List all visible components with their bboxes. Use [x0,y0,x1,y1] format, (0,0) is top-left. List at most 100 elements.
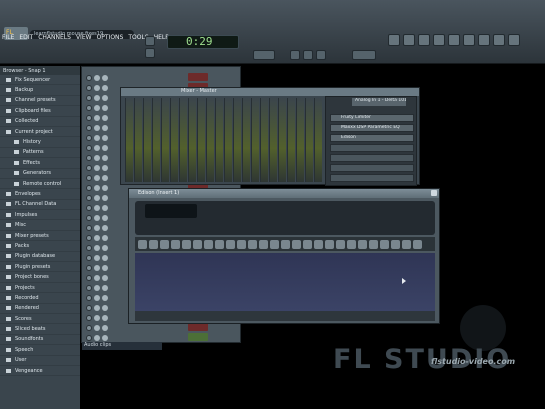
edison-tool-button[interactable] [149,239,158,249]
channel-knob[interactable] [102,274,108,281]
browser-item[interactable]: Impulses [0,210,80,221]
fx-slot-6[interactable] [330,164,414,172]
mixer-track[interactable] [296,98,304,182]
channel-led[interactable] [86,274,92,281]
channel-led[interactable] [86,294,92,301]
channel-led[interactable] [86,284,92,291]
edison-tool-button[interactable] [248,239,257,249]
channel-led[interactable] [86,304,92,311]
mixer-track[interactable] [215,98,223,182]
fx-slot-3[interactable]: Edison [330,134,414,142]
mixer-track[interactable] [269,98,277,182]
channel-knob[interactable] [94,74,100,81]
mixer-track[interactable] [152,98,160,182]
mixer-track[interactable] [197,98,205,182]
edison-tool-button[interactable] [226,239,235,249]
menu-options[interactable]: OPTIONS [97,34,124,46]
browser-item[interactable]: Generators [0,169,80,179]
mixer-track[interactable] [170,98,178,182]
channel-knob[interactable] [102,334,108,341]
mixer-track[interactable] [233,98,241,182]
channel-row[interactable] [86,333,136,342]
channel-knob[interactable] [102,104,108,111]
channel-knob[interactable] [94,104,100,111]
edison-tool-button[interactable] [391,239,400,249]
channel-led[interactable] [86,204,92,211]
channel-led[interactable] [86,154,92,161]
channel-led[interactable] [86,244,92,251]
edison-tool-button[interactable] [171,239,180,249]
browser-item[interactable]: Current project [0,127,80,138]
channel-led[interactable] [86,264,92,271]
channel-footer[interactable]: Audio clips [82,342,162,350]
channel-knob[interactable] [94,284,100,291]
channel-knob[interactable] [94,174,100,181]
edison-tool-button[interactable] [292,239,301,249]
play-button[interactable] [303,50,313,60]
browser-item[interactable]: Misc [0,220,80,231]
record-button[interactable] [290,50,300,60]
browser-item[interactable]: Plugin presets [0,262,80,273]
edison-tool-button[interactable] [193,239,202,249]
mixer-track[interactable] [125,98,133,182]
mixer-track[interactable] [278,98,286,182]
channel-knob[interactable] [102,94,108,101]
channel-knob[interactable] [102,324,108,331]
edison-waveform[interactable] [135,253,435,311]
browser-item[interactable]: History [0,137,80,148]
mixer-track[interactable] [143,98,151,182]
channel-knob[interactable] [94,114,100,121]
browser-item[interactable]: Scores [0,314,80,325]
mixer-track[interactable] [179,98,187,182]
browser-item[interactable]: Plugin database [0,252,80,263]
fx-slot-2[interactable]: Maxxx DSP Parametric EQ [330,124,414,132]
edison-tool-button[interactable] [347,239,356,249]
channel-knob[interactable] [102,254,108,261]
help-icon[interactable] [478,34,490,46]
edison-tool-button[interactable] [182,239,191,249]
channel-knob[interactable] [102,304,108,311]
playlist-icon[interactable] [388,34,400,46]
browser-icon[interactable] [433,34,445,46]
browser-item[interactable]: Remote control [0,179,80,190]
channel-led[interactable] [86,194,92,201]
time-display[interactable]: 0:29 [167,35,239,49]
browser-item[interactable]: Patterns [0,148,80,159]
channel-knob[interactable] [94,154,100,161]
channel-led[interactable] [86,144,92,151]
channel-knob[interactable] [102,204,108,211]
channel-knob[interactable] [94,244,100,251]
fx-slot-5[interactable] [330,154,414,162]
channel-knob[interactable] [102,234,108,241]
browser-item[interactable]: Vengeance [0,366,80,377]
channel-knob[interactable] [94,264,100,271]
channel-knob[interactable] [94,214,100,221]
fx-slot-4[interactable] [330,144,414,152]
step-sequencer-icon[interactable] [403,34,415,46]
browser-item[interactable]: Backup [0,85,80,96]
edison-tool-button[interactable] [336,239,345,249]
mixer-icon[interactable] [448,34,460,46]
edison-tool-button[interactable] [402,239,411,249]
channel-led[interactable] [86,134,92,141]
channel-led[interactable] [86,94,92,101]
channel-knob[interactable] [94,314,100,321]
channel-knob[interactable] [102,74,108,81]
browser-item[interactable]: Sliced beats [0,324,80,335]
edison-tool-button[interactable] [270,239,279,249]
channel-knob[interactable] [94,324,100,331]
channel-led[interactable] [86,324,92,331]
channel-knob[interactable] [94,254,100,261]
settings-icon[interactable] [493,34,505,46]
edison-tool-button[interactable] [259,239,268,249]
channel-knob[interactable] [102,224,108,231]
channel-knob[interactable] [94,304,100,311]
edison-tool-button[interactable] [215,239,224,249]
menu-view[interactable]: VIEW [76,34,92,46]
mixer-track[interactable] [251,98,259,182]
channel-knob[interactable] [94,134,100,141]
channel-name-button[interactable] [188,323,208,331]
channel-row[interactable] [86,73,136,82]
edison-tool-button[interactable] [358,239,367,249]
browser-item[interactable]: Channel presets [0,96,80,107]
